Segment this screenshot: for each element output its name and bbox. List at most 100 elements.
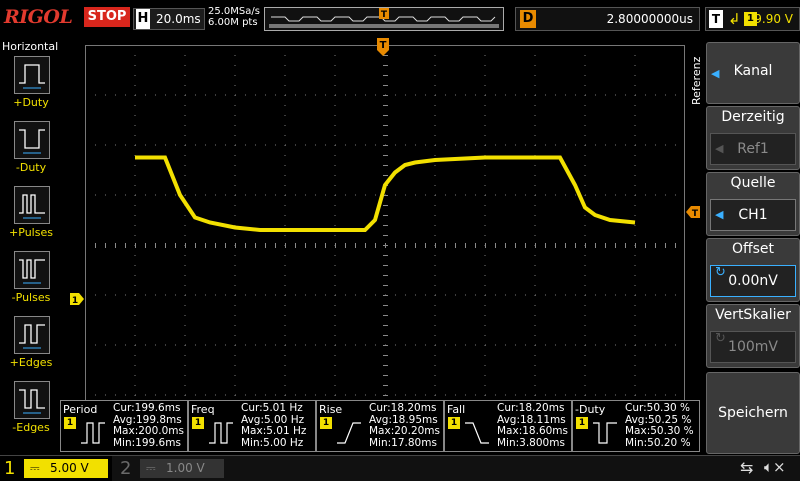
timebase-label: H — [136, 9, 150, 29]
measurement-bar: Period 1 Cur:199.6ms Avg:199.8ms Max:200.0ms… — [60, 400, 700, 452]
channel1-offset-marker[interactable]: 1 — [70, 290, 84, 306]
measurement-period[interactable]: Period 1 Cur:199.6ms Avg:199.8ms Max:200.0ms… — [60, 400, 188, 452]
derzeitig-value-text: Ref1 — [737, 141, 769, 157]
positive-duty-icon — [14, 56, 50, 94]
vertskalier-button[interactable]: VertSkalier ↻ 100mV — [706, 304, 800, 368]
trigger-delay-box[interactable]: D 2.80000000us — [515, 7, 700, 31]
kanal-label: Kanal — [733, 63, 773, 79]
measurement-values: Cur:199.6ms Avg:199.8ms Max:200.0ms Min:199… — [113, 402, 185, 449]
offset-label: Offset — [731, 241, 775, 257]
measurement-rise[interactable]: Rise 1 Cur:18.20ms Avg:18.95ms Max:20.20ms Mi… — [316, 400, 444, 452]
left-arrow-icon: ◀ — [715, 208, 724, 221]
trigger-marker-label: T — [380, 40, 387, 51]
rotary-knob-icon: ↻ — [715, 265, 726, 280]
channel1-waveform — [135, 155, 636, 232]
channel1-number: 1 — [4, 458, 16, 479]
measurement-fall[interactable]: Fall 1 Cur:18.20ms Avg:18.11ms Max:18.60ms Mi… — [444, 400, 572, 452]
measurement-duty[interactable]: -Duty 1 Cur:50.30 % Avg:50.25 % Max:50.30 % M… — [572, 400, 700, 452]
left-menu-item-duty-neg[interactable]: -Duty — [4, 121, 58, 181]
vertskalier-value-text: 100mV — [728, 339, 778, 355]
rotary-knob-icon: ↻ — [715, 331, 726, 346]
vertskalier-value: ↻ 100mV — [710, 331, 796, 363]
waveform-display[interactable] — [84, 44, 686, 446]
measurement-max: Max:18.60ms — [497, 425, 569, 437]
left-menu-item-pulses-neg[interactable]: -Pulses — [4, 251, 58, 311]
delay-label: D — [520, 10, 536, 28]
measurement-min: Min:3.800ms — [497, 436, 565, 449]
top-status-bar: RIGOL STOP H 20.0ms 25.0MSa/s 6.00M pts … — [0, 0, 800, 36]
graticule — [84, 44, 686, 446]
delay-value: 2.80000000us — [606, 12, 693, 26]
negative-pulses-icon — [14, 251, 50, 289]
measurement-max: Max:200.0ms — [113, 425, 185, 437]
measurement-type-icon — [335, 417, 363, 451]
measurement-values: Cur:18.20ms Avg:18.11ms Max:18.60ms Min:3.8… — [497, 402, 569, 449]
trigger-level-label: T — [692, 209, 699, 218]
speichern-label: Speichern — [718, 405, 788, 421]
quelle-value: ◀ CH1 — [710, 199, 796, 231]
run-stop-status[interactable]: STOP — [84, 7, 130, 27]
channel-marker-label: 1 — [72, 296, 78, 305]
left-menu-item-label: +Pulses — [9, 226, 53, 239]
measurement-cur: Cur:5.01 Hz — [241, 402, 303, 414]
left-menu-item-label: -Pulses — [11, 291, 51, 304]
derzeitig-label: Derzeitig — [721, 109, 785, 125]
offset-button[interactable]: Offset ↻ 0.00nV — [706, 238, 800, 302]
measurement-name: Rise — [319, 403, 343, 416]
left-menu-item-label: -Edges — [12, 421, 50, 434]
derzeitig-button[interactable]: Derzeitig ◀ Ref1 — [706, 106, 800, 170]
trigger-box[interactable]: T ↲ 1 9.90 V — [705, 7, 800, 31]
usb-icon: ⇆ — [740, 458, 754, 477]
measurement-cur: Cur:18.20ms — [497, 402, 565, 414]
rigol-logo: RIGOL — [4, 6, 73, 28]
vertskalier-label: VertSkalier — [715, 307, 791, 323]
derzeitig-value: ◀ Ref1 — [710, 133, 796, 165]
falling-edges-icon — [14, 381, 50, 419]
quelle-value-text: CH1 — [738, 207, 768, 223]
rising-edge-icon: ↲ — [728, 10, 741, 28]
quelle-label: Quelle — [730, 175, 776, 191]
timebase-box[interactable]: H 20.0ms — [133, 8, 205, 30]
measurement-channel: 1 — [192, 417, 204, 429]
measurement-type-icon — [463, 417, 491, 451]
referenz-label: Referenz — [690, 56, 703, 105]
measurement-min: Min:199.6ms — [113, 436, 181, 449]
negative-duty-icon — [14, 121, 50, 159]
kanal-button[interactable]: ◀ Kanal — [706, 42, 800, 104]
dc-coupling-icon: ⎓ — [30, 461, 40, 475]
memory-position-bar[interactable]: T — [264, 7, 504, 31]
left-menu-item-duty-pos[interactable]: +Duty — [4, 56, 58, 116]
channel1-status[interactable]: 1 ⎓ 5.00 V — [0, 456, 112, 481]
measurement-cur: Cur:18.20ms — [369, 402, 437, 414]
measurement-values: Cur:50.30 % Avg:50.25 % Max:50.30 % Min:50.… — [625, 402, 694, 449]
left-menu-item-label: -Duty — [15, 161, 47, 174]
memory-depth: 6.00M pts — [208, 17, 258, 28]
channel2-scale: 1.00 V — [166, 461, 205, 475]
measurement-channel: 1 — [64, 417, 76, 429]
measurement-channel: 1 — [448, 417, 460, 429]
measurement-channel: 1 — [576, 417, 588, 429]
measurement-min: Min:17.80ms — [369, 436, 437, 449]
speaker-muted-icon[interactable]: 🔈︎× — [764, 458, 786, 476]
measurement-channel: 1 — [320, 417, 332, 429]
measurement-min: Min:50.20 % — [625, 436, 691, 449]
speichern-button[interactable]: Speichern — [706, 372, 800, 454]
measurement-name: Fall — [447, 403, 466, 416]
measurement-type-icon — [207, 417, 235, 451]
trigger-position-marker[interactable]: T — [377, 38, 389, 56]
trigger-level-marker[interactable]: T — [686, 203, 700, 219]
left-menu-item-edges-pos[interactable]: +Edges — [4, 316, 58, 376]
channel2-number: 2 — [120, 458, 132, 479]
left-arrow-icon: ◀ — [715, 142, 724, 155]
measurement-min: Min:5.00 Hz — [241, 436, 304, 449]
measurement-name: -Duty — [575, 403, 606, 416]
channel2-status[interactable]: 2 ⎓ 1.00 V — [116, 456, 226, 481]
left-menu-item-edges-neg[interactable]: -Edges — [4, 381, 58, 441]
left-menu-item-pulses-pos[interactable]: +Pulses — [4, 186, 58, 246]
rising-edges-icon — [14, 316, 50, 354]
offset-value-text: 0.00nV — [728, 273, 778, 289]
quelle-button[interactable]: Quelle ◀ CH1 — [706, 172, 800, 236]
measurement-freq[interactable]: Freq 1 Cur:5.01 Hz Avg:5.00 Hz Max:5.01 Hz Mi… — [188, 400, 316, 452]
dc-coupling-icon: ⎓ — [146, 461, 156, 475]
measurement-max: Max:50.30 % — [625, 425, 694, 437]
